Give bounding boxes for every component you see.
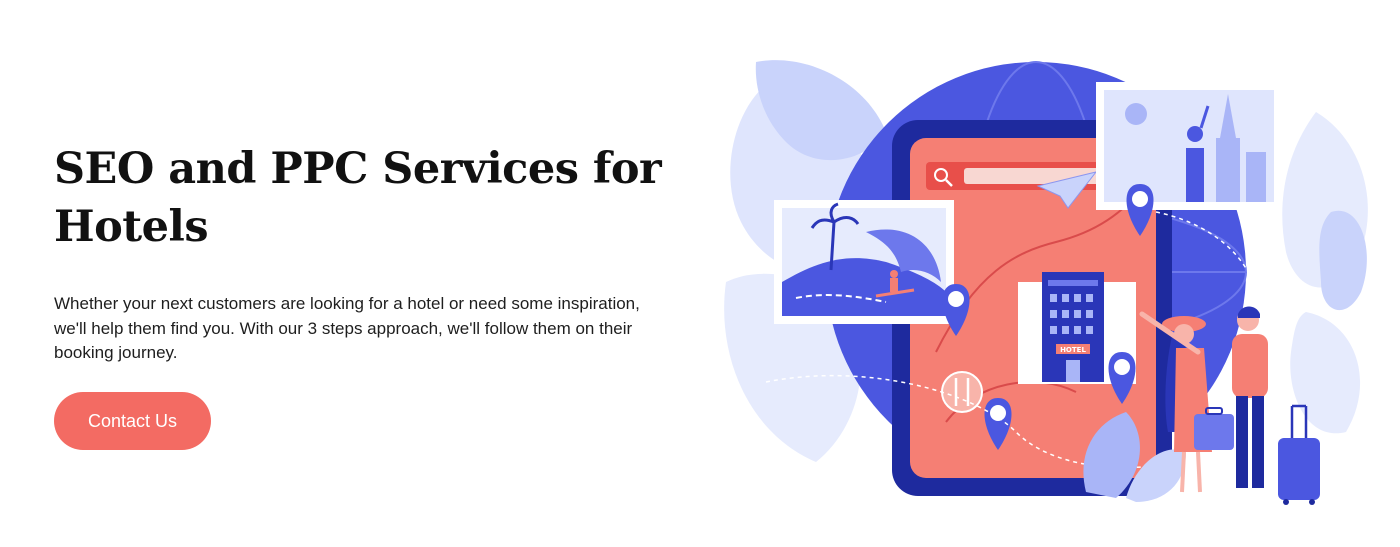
city-photo-card: [1096, 82, 1282, 210]
contact-us-button[interactable]: Contact Us: [54, 392, 211, 450]
hotel-sign: HOTEL: [1060, 346, 1086, 354]
cutlery-icon: [941, 371, 983, 413]
surf-photo-card: [774, 200, 954, 324]
suitcase-icon: [1194, 407, 1234, 450]
hotel-travel-illustration: HOTEL: [724, 60, 1368, 505]
hero-description: Whether your next customers are looking …: [54, 294, 640, 362]
page-title: SEO and PPC Services for Hotels: [54, 144, 662, 252]
hero-text: SEO and PPC Services for Hotels Whether …: [54, 140, 674, 366]
